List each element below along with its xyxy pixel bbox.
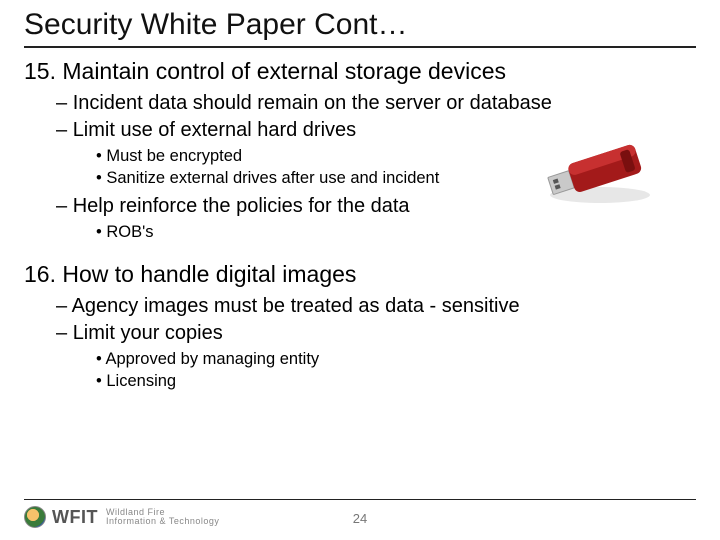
sub-item: Agency images must be treated as data - … (56, 294, 696, 319)
bullet-item: Approved by managing entity (96, 348, 696, 370)
bullet-item: ROB's (96, 221, 696, 243)
list-item-16: 16. How to handle digital images Agency … (24, 261, 696, 393)
item-text: How to handle digital images (62, 261, 356, 287)
item-number: 15. (24, 58, 56, 84)
item-text: Maintain control of external storage dev… (62, 58, 506, 84)
bullet-item: Licensing (96, 370, 696, 392)
wfit-subtitle: Wildland Fire Information & Technology (106, 508, 219, 526)
slide-title: Security White Paper Cont… (24, 8, 696, 48)
wfit-wordmark: WFIT (52, 507, 98, 528)
sub-item: Limit your copies (56, 321, 696, 346)
wfit-logo-icon (24, 506, 46, 528)
usb-drive-icon (540, 135, 660, 205)
page-number: 24 (353, 511, 367, 526)
item-number: 16. (24, 261, 56, 287)
sub-item: Incident data should remain on the serve… (56, 91, 696, 116)
